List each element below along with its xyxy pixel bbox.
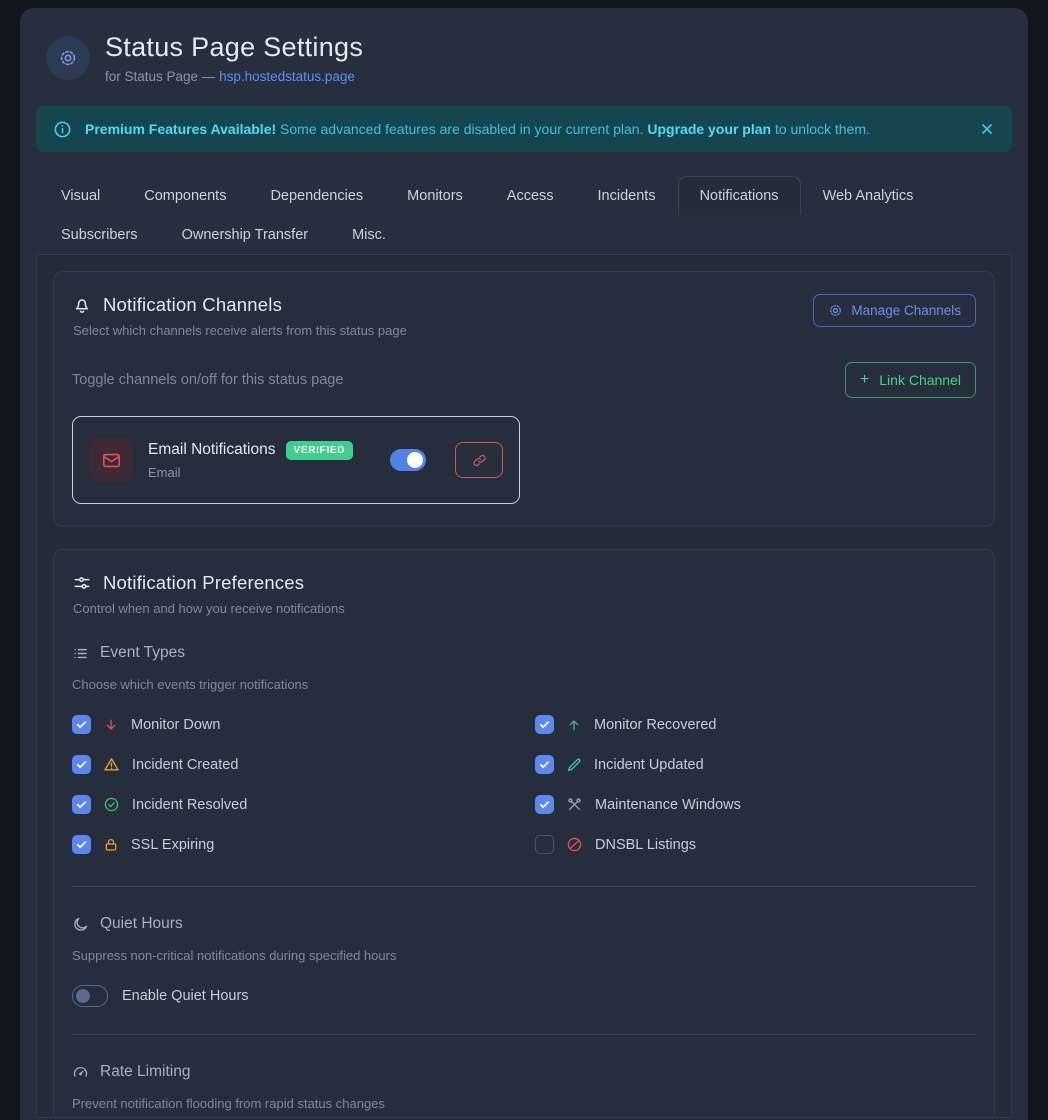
section-divider	[72, 1034, 976, 1035]
email-channel-card: Email Notifications VERIFIED Email	[72, 416, 520, 504]
page-title: Status Page Settings	[105, 32, 363, 63]
gear-icon	[828, 303, 843, 318]
page-header: Status Page Settings for Status Page — h…	[36, 32, 1012, 88]
channels-subtitle: Select which channels receive alerts fro…	[73, 323, 407, 338]
upgrade-plan-link[interactable]: Upgrade your plan	[647, 121, 771, 137]
checkbox-checked[interactable]	[535, 795, 554, 814]
arrow-up-icon	[566, 717, 582, 733]
event-incident-resolved[interactable]: Incident Resolved	[72, 790, 535, 819]
event-types-heading: Event Types	[72, 644, 976, 662]
section-divider	[72, 886, 976, 887]
event-monitor-down[interactable]: Monitor Down	[72, 710, 535, 739]
tools-icon	[566, 796, 583, 813]
rate-limiting-heading: Rate Limiting	[72, 1063, 976, 1081]
link-icon	[472, 453, 487, 468]
toggle-knob	[76, 989, 90, 1003]
gear-badge	[46, 36, 90, 80]
checkbox-checked[interactable]	[535, 755, 554, 774]
quiet-hours-heading: Quiet Hours	[72, 915, 976, 933]
email-channel-avatar	[89, 438, 133, 482]
plus-icon: +	[860, 371, 869, 389]
toggle-knob	[407, 452, 423, 468]
quiet-hours-toggle-label: Enable Quiet Hours	[122, 988, 249, 1004]
event-incident-updated[interactable]: Incident Updated	[535, 750, 998, 779]
tab-notifications[interactable]: Notifications	[678, 176, 801, 215]
status-page-link[interactable]: hsp.hostedstatus.page	[219, 69, 355, 84]
list-icon	[72, 645, 89, 662]
channels-title: Notification Channels	[103, 294, 282, 316]
gear-icon	[58, 48, 78, 68]
tab-subscribers[interactable]: Subscribers	[39, 215, 160, 254]
settings-page: Status Page Settings for Status Page — h…	[20, 8, 1028, 1120]
channel-name: Email Notifications	[148, 441, 276, 459]
enable-quiet-hours-toggle[interactable]	[72, 985, 108, 1007]
ban-icon	[566, 836, 583, 853]
event-types-subtitle: Choose which events trigger notification…	[72, 677, 976, 692]
checkbox-checked[interactable]	[72, 835, 91, 854]
moon-icon	[72, 916, 89, 933]
preferences-title: Notification Preferences	[103, 572, 304, 594]
checkbox-checked[interactable]	[72, 715, 91, 734]
premium-banner: Premium Features Available! Some advance…	[36, 106, 1012, 152]
manage-channels-button[interactable]: Manage Channels	[813, 294, 976, 327]
check-circle-icon	[103, 796, 120, 813]
pencil-icon	[566, 757, 582, 773]
page-subtitle: for Status Page — hsp.hostedstatus.page	[105, 69, 363, 84]
quiet-hours-subtitle: Suppress non-critical notifications duri…	[72, 948, 976, 963]
tab-access[interactable]: Access	[485, 176, 576, 215]
tab-components[interactable]: Components	[122, 176, 248, 215]
tab-monitors[interactable]: Monitors	[385, 176, 485, 215]
settings-tabs: Visual Components Dependencies Monitors …	[36, 176, 976, 254]
event-dnsbl-listings[interactable]: DNSBL Listings	[535, 830, 998, 859]
lock-icon	[103, 837, 119, 853]
event-maintenance-windows[interactable]: Maintenance Windows	[535, 790, 998, 819]
event-types-grid: Monitor Down Monitor Recovered Incident …	[72, 710, 998, 859]
tab-misc[interactable]: Misc.	[330, 215, 408, 254]
event-incident-created[interactable]: Incident Created	[72, 750, 535, 779]
tab-ownership-transfer[interactable]: Ownership Transfer	[160, 215, 331, 254]
checkbox-checked[interactable]	[72, 755, 91, 774]
event-monitor-recovered[interactable]: Monitor Recovered	[535, 710, 998, 739]
tab-incidents[interactable]: Incidents	[576, 176, 678, 215]
event-ssl-expiring[interactable]: SSL Expiring	[72, 830, 535, 859]
checkbox-checked[interactable]	[535, 715, 554, 734]
tab-dependencies[interactable]: Dependencies	[248, 176, 385, 215]
sliders-icon	[72, 573, 92, 593]
notification-channels-panel: Notification Channels Select which chann…	[53, 271, 995, 527]
tab-visual[interactable]: Visual	[39, 176, 122, 215]
banner-text: Premium Features Available! Some advance…	[85, 121, 966, 137]
info-icon	[53, 120, 72, 139]
notification-preferences-panel: Notification Preferences Control when an…	[53, 549, 995, 1118]
tab-web-analytics[interactable]: Web Analytics	[801, 176, 936, 215]
gauge-icon	[72, 1064, 89, 1081]
preferences-subtitle: Control when and how you receive notific…	[73, 601, 976, 616]
channel-type: Email	[148, 465, 375, 480]
rate-limiting-subtitle: Prevent notification flooding from rapid…	[72, 1096, 976, 1111]
link-channel-button[interactable]: + Link Channel	[845, 362, 976, 398]
verified-badge: VERIFIED	[286, 441, 354, 460]
bell-icon	[72, 295, 92, 315]
envelope-icon	[101, 450, 122, 471]
unlink-channel-button[interactable]	[455, 442, 503, 478]
toggle-channels-hint: Toggle channels on/off for this status p…	[72, 372, 343, 388]
email-channel-toggle[interactable]	[390, 449, 426, 471]
notifications-tab-content: Notification Channels Select which chann…	[36, 254, 1012, 1118]
checkbox-checked[interactable]	[72, 795, 91, 814]
warning-icon	[103, 756, 120, 773]
checkbox-unchecked[interactable]	[535, 835, 554, 854]
close-icon[interactable]	[979, 121, 995, 137]
arrow-down-icon	[103, 717, 119, 733]
